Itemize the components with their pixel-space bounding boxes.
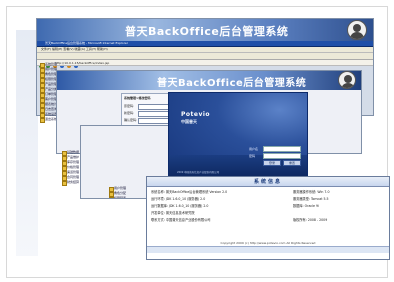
info-right: 数据库: Oracle 9i: [293, 204, 319, 208]
info-left: 联系方式: 中国普天信息产业股份有限公司: [151, 218, 211, 222]
tree-item-label[interactable]: 基础数据: [67, 150, 79, 154]
potevio-logo: Potevio: [181, 111, 211, 118]
info-row: 联系方式: 中国普天信息产业股份有限公司 版权所有: 2008 - 2009: [151, 217, 385, 223]
old-password-label: 原密码:: [124, 104, 135, 108]
tree-item-label[interactable]: 权限配置: [114, 196, 126, 198]
info-right: 服务器类型: Tomcat 5.5: [293, 197, 329, 201]
tree-item-label[interactable]: 财务结算: [67, 180, 79, 184]
user-avatar-icon[interactable]: [338, 71, 356, 89]
tree-item-label[interactable]: 系统管理: [45, 62, 57, 66]
password-label: 密码: [249, 154, 256, 158]
info-right: 版权所有: 2008 - 2009: [293, 218, 328, 222]
address-bar[interactable]: http://10.0.1.15/backoffice/index.jsp: [37, 60, 373, 66]
password-input[interactable]: [263, 153, 301, 159]
app-title: 普天BackOffice后台管理系统: [157, 78, 307, 89]
username-label: 用户名: [249, 147, 259, 151]
app-title: 普天BackOffice后台管理系统: [125, 25, 289, 38]
copyright-footer: Copyright 2009 (c) http://www.potevio.co…: [220, 241, 316, 245]
ie-title-text: 普天BackOffice后台管理系统 - Microsoft Internet …: [45, 41, 128, 45]
toolbar: [37, 53, 373, 68]
system-info-header: 系统信息: [147, 177, 389, 187]
new-password-label: 新密码:: [124, 111, 135, 115]
menu-bar-text[interactable]: 文件(F) 编辑(E) 查看(V) 收藏(A) 工具(T) 帮助(H): [41, 47, 108, 51]
info-right: 服务器操作系统: Win 7.0: [293, 190, 330, 194]
tree-item-label[interactable]: 价格管理: [67, 165, 79, 169]
app-banner: 普天BackOffice后台管理系统: [57, 71, 361, 90]
tree-item-label[interactable]: 渠道管理: [67, 170, 79, 174]
login-button[interactable]: 登录: [263, 160, 281, 166]
tree-item-label[interactable]: 库存管理: [67, 160, 79, 164]
info-left: 开发单位: 普天信息技术研究院: [151, 211, 195, 215]
tree-item-label[interactable]: 角色分配: [114, 191, 126, 195]
info-left: 运行数据库: JDK 1.6.0_10 (服务器) 2.0: [151, 204, 209, 208]
login-copyright: 2009 中国普天信息产业股份有限公司: [177, 171, 220, 174]
confirm-password-label: 确认密码:: [124, 118, 138, 122]
address-url[interactable]: http://10.0.1.15/backoffice/index.jsp: [55, 61, 109, 65]
username-input[interactable]: [263, 146, 301, 152]
system-info-title: 系统信息: [253, 179, 282, 185]
potevio-logo-subtitle: 中国普天: [181, 119, 197, 124]
user-avatar-icon[interactable]: [347, 20, 367, 40]
background-strip: [16, 30, 38, 256]
info-row: 运行环境: JDK 1.6.0_10 (服务器) 2.0 服务器类型: Tomca…: [151, 196, 385, 202]
reset-button[interactable]: 重置: [283, 160, 301, 166]
status-strip: [147, 246, 389, 253]
form-heading: 系统管理>修改密码: [124, 96, 151, 100]
info-row: 开发单位: 普天信息技术研究院: [151, 210, 385, 216]
tree-item-label[interactable]: 用户管理: [114, 186, 126, 190]
login-dialog: Potevio 中国普天 用户名 密码 登录 重置 2009 中国普天信息产业股…: [168, 92, 308, 178]
tree-item-label[interactable]: 产品维护: [67, 155, 79, 159]
info-left: 运行环境: JDK 1.6.0_10 (服务器) 2.0: [151, 197, 206, 201]
info-row: 系统名称: 普天BackOffice后台管理系统 Version 2.0 服务器操…: [151, 189, 385, 195]
tree-item-label[interactable]: 合同管理: [67, 175, 79, 179]
app-banner: 普天BackOffice后台管理系统: [37, 19, 373, 41]
info-row: 运行数据库: JDK 1.6.0_10 (服务器) 2.0 数据库: Oracle…: [151, 203, 385, 209]
info-left: 系统名称: 普天BackOffice后台管理系统 Version 2.0: [151, 190, 228, 194]
system-info-window: 系统信息 系统名称: 普天BackOffice后台管理系统 Version 2.…: [146, 176, 390, 260]
